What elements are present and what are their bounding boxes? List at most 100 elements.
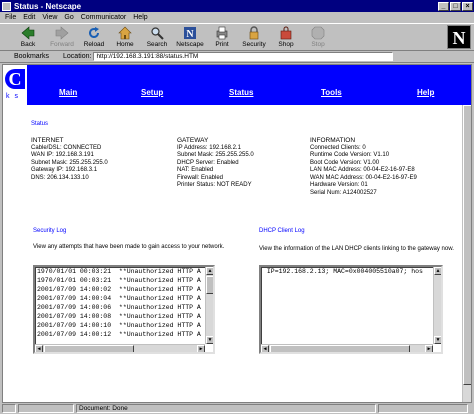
dhcp-log-horizontal-scrollbar[interactable]: ◀ ▶ (261, 344, 433, 352)
security-button[interactable]: Security (238, 26, 270, 51)
title-bar: Status - Netscape _ □ × (0, 0, 474, 12)
gateway-line: IP Address: 192.168.2.1 (177, 144, 241, 151)
gateway-line: Subnet Mask: 255.255.255.0 (177, 152, 254, 158)
netscape-window-icon[interactable] (2, 1, 11, 11)
component-bar[interactable] (378, 404, 468, 413)
router-nav-bar: C ks Main Setup Status Tools Help (3, 65, 471, 105)
dhcp-log-description: View the information of the LAN DHCP cli… (259, 246, 454, 252)
scroll-up-arrow-icon[interactable]: ▲ (434, 267, 441, 275)
information-line: Boot Code Version: V1.00 (310, 159, 380, 166)
home-button[interactable]: Home (109, 26, 141, 51)
menu-go[interactable]: Go (64, 14, 73, 21)
search-icon (151, 27, 164, 40)
scroll-thumb[interactable] (44, 345, 134, 352)
url-input[interactable]: http://192.168.3.191:88/status.HTM (93, 52, 394, 61)
stop-button[interactable]: Stop (302, 26, 334, 51)
reload-button[interactable]: Reload (78, 26, 110, 51)
gateway-heading: GATEWAY (177, 137, 209, 144)
internet-line: Subnet Mask: 255.255.255.0 (31, 159, 108, 166)
scroll-up-arrow-icon[interactable]: ▲ (206, 267, 213, 275)
security-log-title: Security Log (33, 228, 67, 234)
information-line: Serial Num: A124002527 (310, 189, 377, 196)
security-log-box[interactable]: 1970/01/01 00:03:21 **Unauthorized HTTP … (33, 265, 215, 354)
security-log-line: 1970/01/01 00:03:21 **Unauthorized HTTP … (37, 277, 201, 284)
menu-edit[interactable]: Edit (23, 14, 35, 21)
page-vertical-scrollbar[interactable] (462, 105, 471, 402)
scroll-right-arrow-icon[interactable]: ▶ (197, 345, 205, 352)
minimize-button[interactable]: _ (438, 1, 449, 11)
maximize-button[interactable]: □ (450, 1, 461, 11)
netscape-button[interactable]: N Netscape (174, 26, 206, 51)
forward-button[interactable]: Forward (46, 26, 78, 51)
scroll-left-arrow-icon[interactable]: ◀ (35, 345, 43, 352)
nav-status-link[interactable]: Status (229, 88, 253, 97)
internet-line: DNS: 206.134.133.10 (31, 174, 89, 181)
router-logo: C ks (3, 65, 27, 105)
page-scroll-thumb[interactable] (463, 105, 471, 385)
scroll-left-arrow-icon[interactable]: ◀ (261, 345, 269, 352)
security-log-line: 1970/01/01 00:03:21 **Unauthorized HTTP … (37, 268, 201, 275)
netscape-logo-icon[interactable]: N (447, 25, 471, 49)
dhcp-log-vertical-scrollbar[interactable]: ▲ ▼ (433, 267, 441, 344)
nav-setup-link[interactable]: Setup (141, 88, 163, 97)
page-content: C ks Main Setup Status Tools Help Status… (2, 64, 472, 403)
scroll-down-arrow-icon[interactable]: ▼ (206, 336, 213, 344)
back-button[interactable]: Back (12, 26, 44, 51)
window-title: Status - Netscape (14, 1, 82, 11)
internet-line: WAN IP: 192.168.3.191 (31, 152, 94, 158)
internet-heading: INTERNET (31, 137, 64, 144)
shopping-bag-icon (280, 26, 292, 40)
search-button[interactable]: Search (141, 26, 173, 51)
nav-main-link[interactable]: Main (59, 88, 77, 97)
security-log-line: 2001/07/09 14:00:08 **Unauthorized HTTP … (37, 313, 201, 320)
information-line: Runtime Code Version: V1.10 (310, 152, 390, 158)
information-line: LAN MAC Address: 00-04-E2-16-97-E8 (310, 167, 415, 173)
security-log-horizontal-scrollbar[interactable]: ◀ ▶ (35, 344, 205, 352)
status-heading: Status (31, 121, 49, 127)
information-heading: INFORMATION (310, 137, 356, 144)
security-status-icon[interactable] (2, 404, 16, 413)
reload-icon (89, 27, 99, 38)
security-log-line: 2001/07/09 14:00:10 **Unauthorized HTTP … (37, 322, 201, 329)
svg-text:N: N (186, 29, 194, 40)
menu-help[interactable]: Help (133, 14, 147, 21)
gateway-line: Firewall: Enabled (177, 174, 224, 181)
gateway-line: NAT: Enabled (177, 167, 214, 173)
dhcp-log-box[interactable]: IP=192.168.2.13; MAC=0x004005510a07; hos… (259, 265, 443, 354)
security-log-description: View any attempts that have been made to… (33, 244, 225, 250)
shop-button[interactable]: Shop (270, 26, 302, 51)
close-button[interactable]: × (462, 1, 473, 11)
information-info: INFORMATION Connected Clients: 0 Runtime… (310, 137, 470, 197)
menu-communicator[interactable]: Communicator (81, 14, 127, 21)
information-line: WAN MAC Address: 00-04-E2-16-97-E9 (310, 174, 417, 181)
scroll-right-arrow-icon[interactable]: ▶ (425, 345, 433, 352)
scroll-down-arrow-icon[interactable]: ▼ (434, 336, 441, 344)
location-label: Location: (63, 53, 92, 60)
forward-arrow-icon (55, 26, 69, 40)
menu-bar: File Edit View Go Communicator Help (0, 12, 474, 23)
status-text: Document: Done (76, 404, 376, 413)
location-bar: Bookmarks Location: http://192.168.3.191… (0, 51, 474, 63)
information-line: Connected Clients: 0 (310, 144, 366, 151)
print-button[interactable]: Print (206, 26, 238, 51)
nav-help-link[interactable]: Help (417, 88, 434, 97)
gateway-line: Printer Status: NOT READY (177, 182, 252, 188)
dhcp-log-line: IP=192.168.2.13; MAC=0x004005510a07; hos (263, 268, 423, 275)
menu-view[interactable]: View (42, 14, 57, 21)
nav-tools-link[interactable]: Tools (321, 88, 342, 97)
logo-c-icon: C (5, 69, 25, 89)
home-icon (118, 26, 132, 40)
scroll-thumb[interactable] (206, 276, 213, 294)
progress-area (18, 404, 74, 413)
internet-info: INTERNET Cable/DSL: CONNECTED WAN IP: 19… (31, 137, 171, 182)
bookmarks-button[interactable]: Bookmarks (14, 53, 49, 60)
security-log-line: 2001/07/09 14:00:04 **Unauthorized HTTP … (37, 295, 201, 302)
information-line: Hardware Version: 01 (310, 182, 368, 188)
navigation-toolbar: Back Forward Reload Home Search N Netsca… (0, 23, 474, 51)
security-log-vertical-scrollbar[interactable]: ▲ ▼ (205, 267, 213, 344)
logo-text: ks (6, 93, 23, 100)
menu-file[interactable]: File (5, 14, 16, 21)
gateway-line: DHCP Server: Enabled (177, 159, 239, 166)
gateway-info: GATEWAY IP Address: 192.168.2.1 Subnet M… (177, 137, 307, 190)
scroll-thumb[interactable] (270, 345, 410, 352)
